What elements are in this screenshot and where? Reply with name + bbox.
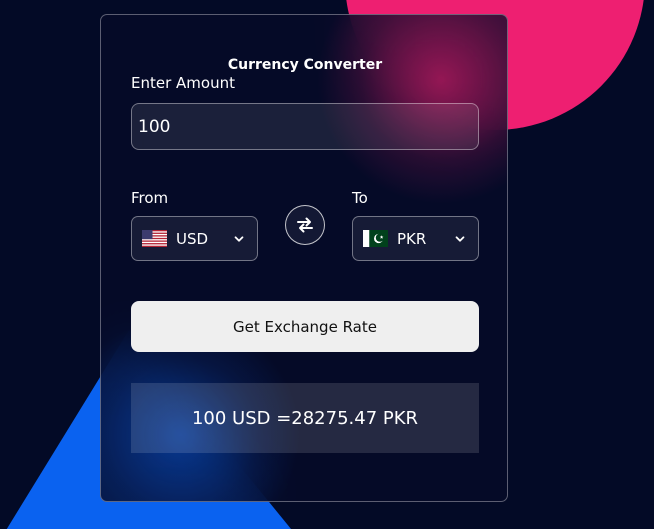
pk-flag-icon — [363, 230, 388, 247]
exchange-result: 100 USD =28275.47 PKR — [131, 383, 479, 453]
from-currency-select[interactable]: USD — [131, 216, 258, 261]
swap-arrows-icon — [297, 217, 313, 233]
exchange-result-text: 100 USD =28275.47 PKR — [191, 407, 419, 429]
chevron-down-icon — [455, 235, 465, 242]
converter-title: Currency Converter — [227, 57, 383, 73]
chevron-down-icon — [234, 235, 244, 242]
amount-input[interactable] — [131, 103, 479, 150]
to-currency-select[interactable]: PKR — [352, 216, 479, 261]
converter-card: Currency Converter Enter Amount From To … — [100, 14, 508, 502]
swap-currencies-button[interactable] — [285, 205, 325, 245]
to-currency-code: PKR — [397, 229, 427, 248]
amount-label: Enter Amount — [131, 74, 235, 92]
from-label: From — [131, 189, 169, 207]
get-exchange-rate-button[interactable]: Get Exchange Rate — [131, 301, 479, 352]
us-flag-icon — [142, 230, 167, 247]
app-background: Currency Converter Enter Amount From To … — [0, 0, 654, 529]
to-label: To — [352, 189, 368, 207]
from-currency-code: USD — [176, 229, 209, 248]
